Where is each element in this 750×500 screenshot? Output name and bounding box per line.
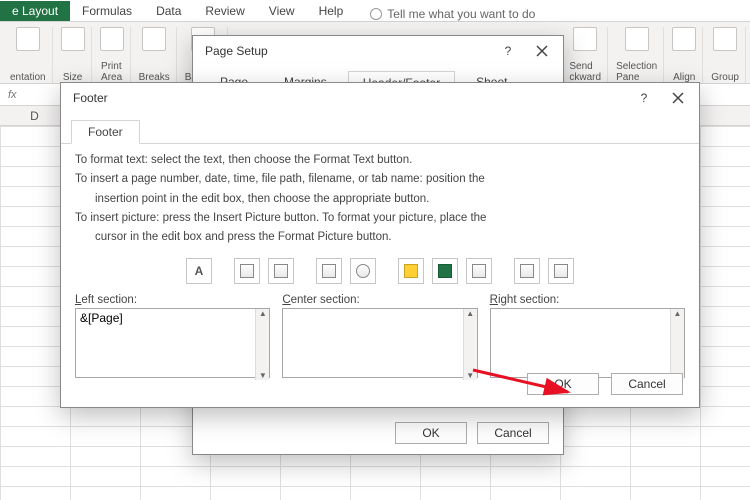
selection-pane-button[interactable]: Selection Pane xyxy=(610,27,664,83)
footer-cancel-button[interactable]: Cancel xyxy=(611,373,683,395)
insert-page-number-button[interactable] xyxy=(234,258,260,284)
page-setup-cancel[interactable]: Cancel xyxy=(477,422,549,444)
date-icon xyxy=(322,264,336,278)
left-section-label: Left section: xyxy=(75,294,270,306)
size-icon xyxy=(61,27,85,51)
footer-ok-button[interactable]: OK xyxy=(527,373,599,395)
page-setup-ok[interactable]: OK xyxy=(395,422,467,444)
footer-dialog-help[interactable]: ? xyxy=(629,86,659,110)
insert-time-button[interactable] xyxy=(350,258,376,284)
sheet-name-icon xyxy=(472,264,486,278)
size-button[interactable]: Size xyxy=(55,27,92,83)
tell-me-label: Tell me what you want to do xyxy=(387,7,535,21)
footer-toolbar: A xyxy=(61,252,699,294)
footer-tab[interactable]: Footer xyxy=(71,120,140,144)
tab-help[interactable]: Help xyxy=(307,1,356,21)
right-section-input[interactable] xyxy=(490,308,685,378)
orientation-label: entation xyxy=(10,72,46,83)
right-section-label: Right section: xyxy=(490,294,685,306)
footer-instructions: To format text: select the text, then ch… xyxy=(61,144,699,252)
orientation-button[interactable]: entation xyxy=(4,27,53,83)
page-number-icon xyxy=(240,264,254,278)
footer-dialog: Footer ? Footer To format text: select t… xyxy=(60,82,700,408)
send-backward-label: Send ckward xyxy=(569,61,601,83)
align-icon xyxy=(672,27,696,51)
tab-formulas[interactable]: Formulas xyxy=(70,1,144,21)
pages-icon xyxy=(274,264,288,278)
file-name-icon xyxy=(438,264,452,278)
selection-pane-label: Selection Pane xyxy=(616,61,657,83)
file-path-icon xyxy=(404,264,418,278)
tab-view[interactable]: View xyxy=(257,1,307,21)
format-picture-icon xyxy=(554,264,568,278)
left-scrollbar[interactable]: ▲▼ xyxy=(255,309,269,380)
footer-dialog-title: Footer xyxy=(73,91,108,105)
page-setup-help[interactable]: ? xyxy=(493,39,523,63)
print-area-button[interactable]: Print Area xyxy=(94,27,131,83)
center-section-input[interactable] xyxy=(282,308,477,378)
tab-page-layout[interactable]: e Layout xyxy=(0,1,70,21)
tell-me[interactable]: Tell me what you want to do xyxy=(370,7,535,21)
left-section-input[interactable] xyxy=(75,308,270,378)
insert-picture-button[interactable] xyxy=(514,258,540,284)
time-icon xyxy=(356,264,370,278)
format-text-button[interactable]: A xyxy=(186,258,212,284)
insert-date-button[interactable] xyxy=(316,258,342,284)
right-scrollbar[interactable]: ▲▼ xyxy=(670,309,684,380)
breaks-label: Breaks xyxy=(139,72,170,83)
send-backward-button[interactable]: Send ckward xyxy=(563,27,608,83)
group-button[interactable]: Group xyxy=(705,27,746,83)
center-section-label: Center section: xyxy=(282,294,477,306)
group-icon xyxy=(713,27,737,51)
tab-review[interactable]: Review xyxy=(193,1,256,21)
breaks-button[interactable]: Breaks xyxy=(133,27,177,83)
page-setup-close[interactable] xyxy=(527,39,557,63)
center-scrollbar[interactable]: ▲▼ xyxy=(463,309,477,380)
format-picture-button[interactable] xyxy=(548,258,574,284)
footer-dialog-close[interactable] xyxy=(663,86,693,110)
page-setup-title: Page Setup xyxy=(205,44,268,58)
tab-data[interactable]: Data xyxy=(144,1,193,21)
fx-label: fx xyxy=(8,89,17,101)
lightbulb-icon xyxy=(370,8,382,20)
group-label: Group xyxy=(711,72,739,83)
print-area-label: Print Area xyxy=(101,61,122,83)
align-label: Align xyxy=(673,72,695,83)
size-label: Size xyxy=(63,72,82,83)
orientation-icon xyxy=(16,27,40,51)
insert-pages-button[interactable] xyxy=(268,258,294,284)
insert-sheet-name-button[interactable] xyxy=(466,258,492,284)
align-button[interactable]: Align xyxy=(666,27,703,83)
picture-icon xyxy=(520,264,534,278)
ribbon-tab-strip: e Layout Formulas Data Review View Help … xyxy=(0,0,750,22)
print-area-icon xyxy=(100,27,124,51)
insert-file-path-button[interactable] xyxy=(398,258,424,284)
insert-file-name-button[interactable] xyxy=(432,258,458,284)
selection-pane-icon xyxy=(625,27,649,51)
send-backward-icon xyxy=(573,27,597,51)
breaks-icon xyxy=(142,27,166,51)
